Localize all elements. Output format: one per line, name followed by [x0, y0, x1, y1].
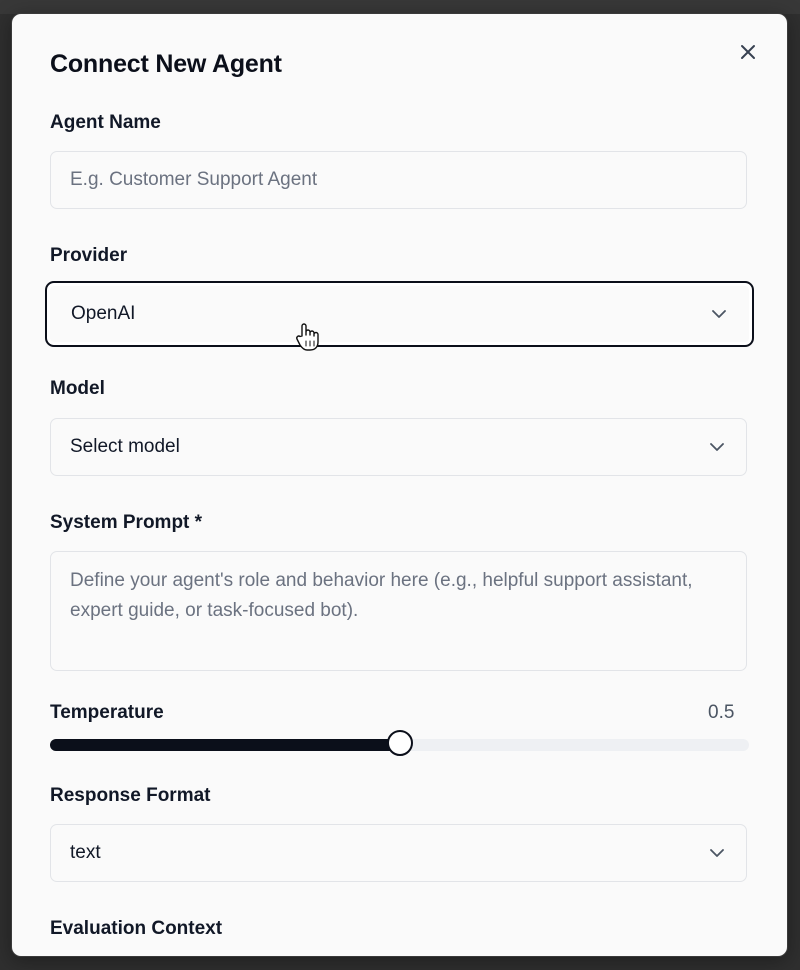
temperature-value: 0.5 — [708, 702, 735, 723]
agent-name-placeholder: E.g. Customer Support Agent — [70, 169, 318, 190]
model-select[interactable]: Select model — [50, 418, 747, 476]
temperature-label: Temperature — [50, 702, 164, 723]
model-value: Select model — [70, 436, 180, 457]
model-label: Model — [50, 378, 105, 399]
provider-label: Provider — [50, 245, 128, 266]
provider-value: OpenAI — [71, 303, 136, 324]
modal-title: Connect New Agent — [50, 50, 282, 78]
backdrop — [0, 0, 800, 14]
evaluation-context-label: Evaluation Context — [50, 918, 223, 939]
provider-select[interactable]: OpenAI — [45, 281, 754, 347]
chevron-down-icon — [710, 443, 724, 451]
connect-agent-modal: Connect New Agent Agent Name E.g. Custom… — [11, 13, 788, 957]
close-button[interactable] — [738, 42, 758, 62]
close-icon — [741, 45, 755, 59]
agent-name-input[interactable]: E.g. Customer Support Agent — [50, 151, 747, 209]
hand-cursor-icon — [296, 323, 319, 351]
temperature-slider-fill — [50, 739, 400, 751]
temperature-slider-thumb[interactable] — [386, 730, 413, 756]
agent-name-label: Agent Name — [50, 112, 161, 133]
response-format-select[interactable]: text — [50, 824, 747, 882]
response-format-label: Response Format — [50, 785, 211, 806]
response-format-value: text — [70, 842, 101, 863]
chevron-down-icon — [712, 310, 726, 318]
chevron-down-icon — [710, 849, 724, 857]
system-prompt-label: System Prompt * — [50, 512, 203, 533]
system-prompt-textarea[interactable] — [50, 551, 747, 671]
